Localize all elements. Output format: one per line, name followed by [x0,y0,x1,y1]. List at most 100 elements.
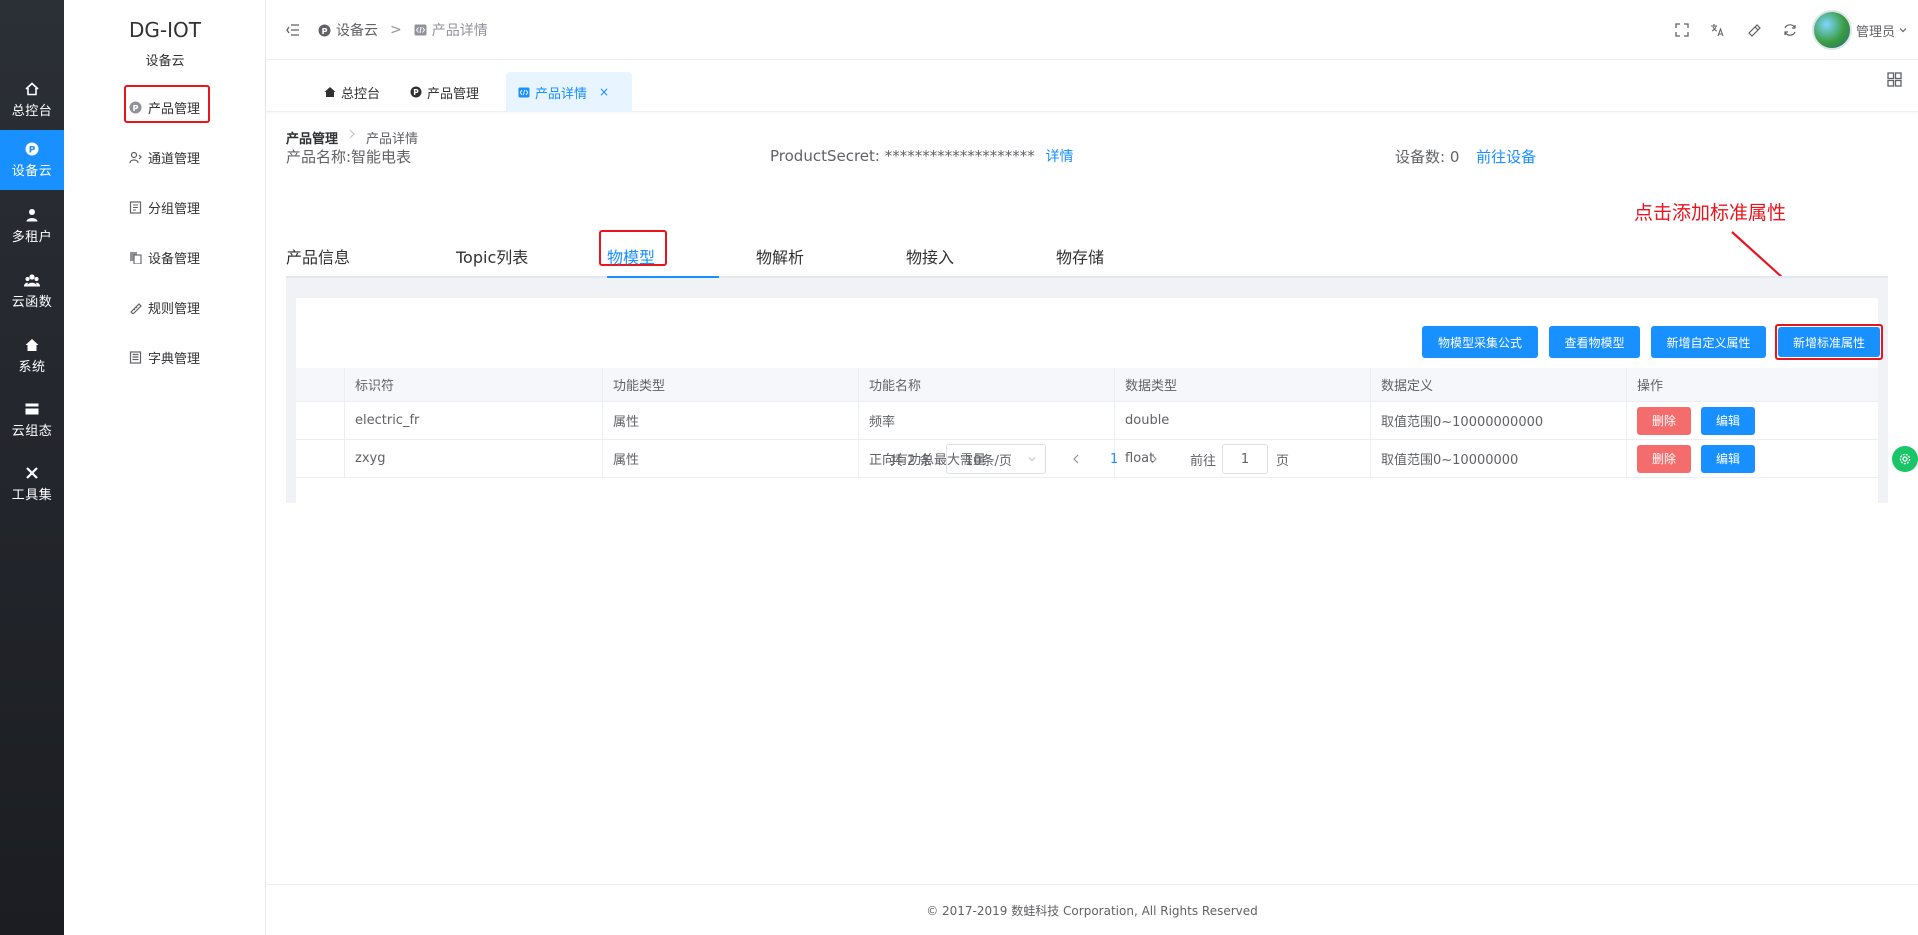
table-actions-cell: 删除 编辑 [1627,402,1878,439]
rail-item-dashboard[interactable]: 总控台 [0,70,64,130]
goto-device-link[interactable]: 前往设备 [1476,148,1536,166]
code-icon [414,24,427,36]
table-header-cell: 数据类型 [1115,368,1371,401]
subnav-item-group[interactable]: 分组管理 [128,197,200,217]
rail-item-tenant[interactable]: 多租户 [0,196,64,256]
subnav-item-channel[interactable]: 通道管理 [128,147,200,167]
subnav-label: 产品管理 [148,101,201,117]
page-number-current[interactable]: 1 [1110,444,1118,474]
rail-label: 多租户 [11,230,53,245]
next-page-icon[interactable] [1150,444,1158,474]
table-header-row: 标识符 功能类型 功能名称 数据类型 数据定义 操作 [296,368,1878,402]
grid-icon[interactable] [1887,72,1902,91]
footer-copyright: © 2017-2019 数蛙科技 Corporation, All Rights… [926,903,1258,918]
footer: © 2017-2019 数蛙科技 Corporation, All Rights… [266,884,1918,935]
page-unit-label: 页 [1276,453,1290,469]
annotation-text: 点击添加标准属性 [1634,202,1787,224]
rail-item-functions[interactable]: 云函数 [0,261,64,321]
table-cell: 属性 [603,402,859,439]
subnav-label: 通道管理 [148,151,201,167]
chevron-down-icon [1028,457,1036,462]
view-thing-model-button[interactable]: 查看物模型 [1549,326,1640,358]
goto-page-input[interactable]: 1 [1222,444,1268,474]
add-standard-property-button[interactable]: 新增标准属性 [1778,327,1880,357]
header-tools: 管理员 [1664,10,1908,50]
svg-text:P: P [132,103,138,112]
svg-text:P: P [29,146,36,156]
translate-icon[interactable] [1700,10,1736,50]
svg-text:P: P [413,88,419,97]
tab-thing-parse[interactable]: 物解析 [756,244,804,268]
header-crumb-device-cloud[interactable]: 设备云 [336,20,378,40]
main-rail: 总控台 P 设备云 多租户 云函数 系统 云组态 工具集 [0,0,64,935]
prev-page-icon[interactable] [1072,444,1080,474]
rail-label: 云函数 [11,295,53,310]
tag-product-management[interactable]: P 产品管理 [398,72,491,112]
add-custom-property-button[interactable]: 新增自定义属性 [1651,326,1766,358]
product-secret: ProductSecret: ******************** 详情 [770,146,1074,166]
avatar[interactable] [1811,10,1852,50]
rail-label: 云组态 [11,424,53,439]
table-header-cell: 数据定义 [1371,368,1627,401]
rail-label: 设备云 [11,164,53,179]
subnav-item-device[interactable]: 设备管理 [128,247,200,267]
device-count-group: 设备数: 0 前往设备 [1395,146,1536,167]
tag-dashboard[interactable]: 总控台 [312,72,392,112]
tag-label: 总控台 [341,86,381,102]
page-crumb-parent[interactable]: 产品管理 [286,128,338,147]
formula-button[interactable]: 物模型采集公式 [1422,326,1538,358]
tags-view: 总控台 P 产品管理 产品详情 × [266,60,1918,112]
tab-topic-list[interactable]: Topic列表 [456,244,528,268]
subnav-item-dict[interactable]: 字典管理 [128,347,200,367]
channel-icon [128,150,142,164]
code-icon [518,86,530,98]
svg-text:P: P [322,26,328,35]
close-icon[interactable]: × [599,85,609,99]
tag-product-detail[interactable]: 产品详情 × [506,72,632,112]
tab-thing-model[interactable]: 物模型 [607,244,655,268]
settings-float-button[interactable] [1892,446,1918,472]
device-count: 设备数: 0 [1395,148,1460,166]
tag-label: 产品管理 [427,86,480,102]
rail-item-scada[interactable]: 云组态 [0,390,64,450]
secret-detail-link[interactable]: 详情 [1046,149,1074,165]
chevron-right-icon [348,128,356,147]
sub-sidebar: DG-IOT 设备云 P 产品管理 通道管理 分组管理 设备管理 规则管理 字典… [64,0,266,935]
table-header-cell [296,368,345,401]
user-name: 管理员 [1855,24,1895,40]
tab-thing-access[interactable]: 物接入 [906,244,954,268]
fullscreen-icon[interactable] [1664,10,1700,50]
collapse-menu-icon[interactable] [286,24,300,36]
theme-icon[interactable] [1736,10,1772,50]
rail-item-device-cloud[interactable]: P 设备云 [0,130,64,190]
table-cell: 频率 [859,402,1115,439]
pagination-total: 共 2 条 [890,453,933,469]
rail-item-tools[interactable]: 工具集 [0,454,64,514]
group-icon [128,200,142,214]
page-size-select[interactable]: 10条/页 [946,444,1046,474]
subnav-label: 规则管理 [148,301,201,317]
refresh-icon[interactable] [1772,10,1808,50]
thing-model-card: 物模型采集公式 查看物模型 新增自定义属性 新增标准属性 标识符 功能类型 功能… [296,298,1883,503]
brand-title: DG-IOT [129,18,201,42]
subnav-item-product[interactable]: P 产品管理 [128,97,200,117]
tab-product-info[interactable]: 产品信息 [286,244,350,268]
device-icon [128,250,142,264]
delete-button[interactable]: 删除 [1637,406,1692,435]
page-crumb-current: 产品详情 [366,132,419,147]
rail-label: 系统 [18,360,46,375]
home-icon [24,81,40,97]
table-cell: electric_fr [345,402,603,439]
tools-icon [24,465,40,481]
table-header-cell: 标识符 [345,368,603,401]
subnav-item-rule[interactable]: 规则管理 [128,297,200,317]
user-menu[interactable]: 管理员 [1856,21,1908,40]
house-icon [24,337,40,353]
subnav-label: 分组管理 [148,201,201,217]
rail-item-system[interactable]: 系统 [0,326,64,386]
tab-thing-storage[interactable]: 物存储 [1056,244,1104,268]
p-circle-icon: P [318,24,331,37]
tag-label: 产品详情 [535,86,588,102]
page-breadcrumb: 产品管理 产品详情 [286,128,418,147]
edit-button[interactable]: 编辑 [1701,406,1756,435]
